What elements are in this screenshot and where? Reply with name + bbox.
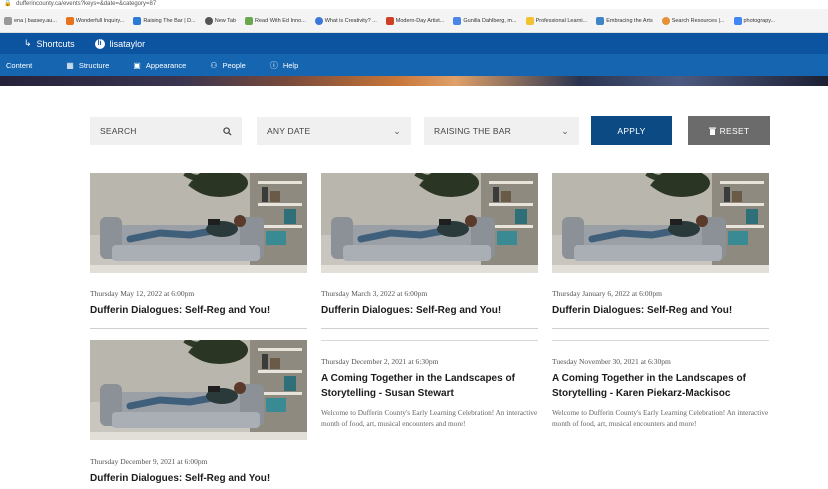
lock-icon: 🔒	[4, 1, 12, 7]
tray-item-structure[interactable]: ▦ Structure	[54, 54, 121, 76]
tray-item-help[interactable]: ⓘ Help	[258, 54, 310, 76]
bookmark-item[interactable]: What is Creativity? ...	[314, 16, 377, 25]
chevron-down-icon: ⌄	[561, 125, 569, 136]
bookmark-favicon	[65, 16, 74, 25]
event-title[interactable]: A Coming Together in the Landscapes of S…	[321, 371, 538, 401]
bookmark-favicon	[245, 16, 254, 25]
address-bar[interactable]: 🔒 dufferincounty.ca/events?keys=&date=&c…	[0, 0, 828, 9]
event-date: Thursday December 9, 2021 at 6:00pm	[90, 457, 208, 466]
event-title[interactable]: Dufferin Dialogues: Self-Reg and You!	[90, 471, 307, 486]
search-input[interactable]: SEARCH	[90, 117, 242, 145]
tray-item-people[interactable]: ⚇ People	[198, 54, 258, 76]
bookmark-item[interactable]: Modern-Day Artist...	[385, 16, 444, 25]
event-title[interactable]: Dufferin Dialogues: Self-Reg and You!	[90, 303, 307, 318]
bookmark-favicon	[596, 16, 605, 25]
help-icon: ⓘ	[269, 60, 278, 70]
event-card[interactable]: Thursday March 3, 2022 at 6:00pm Dufferi…	[321, 173, 538, 329]
admin-toolbar: ↳ Shortcuts li lisataylor	[0, 33, 828, 54]
bookmark-favicon	[453, 16, 462, 25]
bookmarks-bar: ena | bassey.au... Wonderfull Inquiry...…	[0, 9, 828, 33]
event-card[interactable]: Thursday December 2, 2021 at 6:30pm A Co…	[321, 340, 538, 429]
event-card[interactable]: Thursday May 12, 2022 at 6:00pm Dufferin…	[90, 173, 307, 329]
shortcut-arrow-icon: ↳	[24, 38, 32, 48]
bookmark-favicon	[661, 16, 670, 25]
url-text: dufferincounty.ca/events?keys=&date=&cat…	[16, 1, 157, 7]
event-date: Thursday May 12, 2022 at 6:00pm	[90, 289, 195, 298]
divider	[552, 328, 769, 329]
search-icon	[223, 126, 232, 136]
event-date: Thursday January 6, 2022 at 6:00pm	[552, 289, 662, 298]
event-card[interactable]: Tuesday November 30, 2021 at 6:30pm A Co…	[552, 340, 769, 429]
event-date: Thursday March 3, 2022 at 6:00pm	[321, 289, 428, 298]
event-image[interactable]	[90, 173, 307, 273]
event-date: Tuesday November 30, 2021 at 6:30pm	[552, 357, 671, 366]
bookmark-item[interactable]: ena | bassey.au...	[4, 16, 57, 25]
shortcuts-button[interactable]: ↳ Shortcuts	[0, 33, 85, 54]
event-description: Welcome to Dufferin County's Early Learn…	[552, 408, 769, 428]
header-banner-image	[0, 76, 828, 86]
event-description: Welcome to Dufferin County's Early Learn…	[321, 408, 538, 428]
bookmark-favicon	[4, 16, 12, 25]
event-title[interactable]: Dufferin Dialogues: Self-Reg and You!	[321, 303, 538, 318]
event-date: Thursday December 2, 2021 at 6:30pm	[321, 357, 439, 366]
bookmark-item[interactable]: Read With Ed Inno...	[245, 16, 306, 25]
divider	[321, 340, 538, 341]
reset-button[interactable]: RESET	[688, 116, 770, 145]
category-select[interactable]: RAISING THE BAR ⌄	[424, 117, 579, 145]
bookmark-item[interactable]: Search Resources |...	[661, 16, 725, 25]
event-card[interactable]: Thursday January 6, 2022 at 6:00pm Duffe…	[552, 173, 769, 329]
event-title[interactable]: Dufferin Dialogues: Self-Reg and You!	[552, 303, 769, 318]
user-menu-button[interactable]: li lisataylor	[85, 33, 156, 54]
tray-item-content[interactable]: Content	[0, 54, 54, 76]
bookmark-favicon	[314, 16, 323, 25]
event-card[interactable]: Thursday December 9, 2021 at 6:00pm Duff…	[90, 340, 307, 486]
user-avatar-icon: li	[94, 38, 105, 49]
tray-item-appearance[interactable]: ▣ Appearance	[121, 54, 198, 76]
event-title[interactable]: A Coming Together in the Landscapes of S…	[552, 371, 769, 401]
bookmark-item[interactable]: New Tab	[204, 16, 236, 25]
bookmark-item[interactable]: Gunilla Dahlberg, m...	[453, 16, 517, 25]
bookmark-item[interactable]: photograpy...	[733, 16, 775, 25]
chevron-down-icon: ⌄	[393, 125, 401, 136]
bookmark-item[interactable]: Professional Learni...	[525, 16, 587, 25]
bookmark-favicon	[385, 16, 394, 25]
bookmark-item[interactable]: Embracing the Arts	[596, 16, 653, 25]
apply-button[interactable]: APPLY	[591, 116, 672, 145]
bookmark-favicon	[525, 16, 534, 25]
event-image[interactable]	[321, 173, 538, 273]
appearance-icon: ▣	[133, 60, 141, 70]
trash-icon	[708, 127, 716, 135]
event-image[interactable]	[90, 340, 307, 440]
divider	[552, 340, 769, 341]
date-select[interactable]: ANY DATE ⌄	[257, 117, 411, 145]
bookmark-item[interactable]: Wonderfull Inquiry...	[65, 16, 124, 25]
bookmark-favicon	[204, 16, 213, 25]
event-image[interactable]	[552, 173, 769, 273]
bookmark-item[interactable]: Raising The Bar | D...	[133, 16, 196, 25]
divider	[90, 328, 307, 329]
bookmark-favicon	[133, 16, 142, 25]
people-icon: ⚇	[210, 60, 218, 70]
structure-icon: ▦	[66, 60, 74, 70]
divider	[321, 328, 538, 329]
admin-tray: Content ▦ Structure ▣ Appearance ⚇ People ⓘ…	[0, 54, 828, 76]
bookmark-favicon	[733, 16, 742, 25]
